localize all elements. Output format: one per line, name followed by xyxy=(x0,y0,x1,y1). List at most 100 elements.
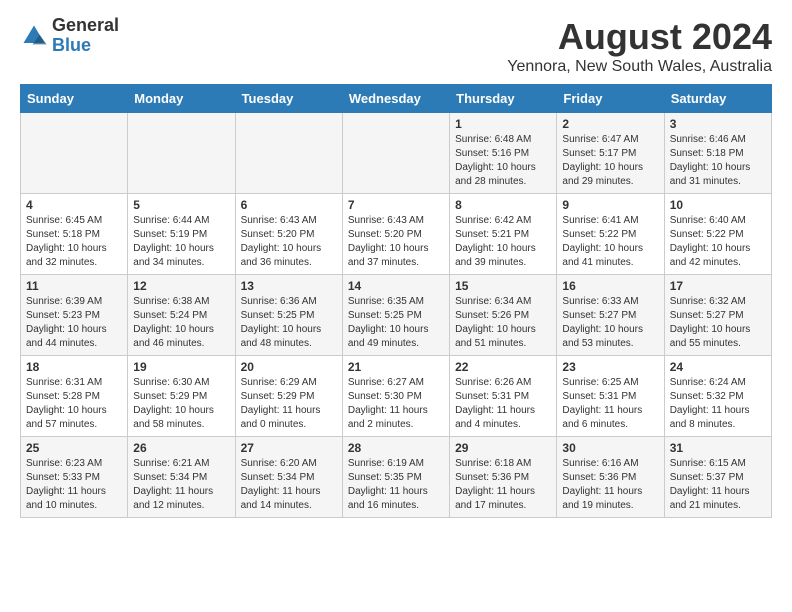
calendar-cell: 12 Sunrise: 6:38 AMSunset: 5:24 PMDayligh… xyxy=(128,275,235,356)
day-number: 10 xyxy=(670,198,766,212)
logo-icon xyxy=(20,22,48,50)
day-number: 17 xyxy=(670,279,766,293)
day-number: 22 xyxy=(455,360,551,374)
day-info: Sunrise: 6:43 AMSunset: 5:20 PMDaylight:… xyxy=(241,214,337,270)
day-number: 24 xyxy=(670,360,766,374)
calendar-cell: 23 Sunrise: 6:25 AMSunset: 5:31 PMDayligh… xyxy=(557,356,664,437)
day-number: 16 xyxy=(562,279,658,293)
calendar-cell: 16Sunrise: 6:33 AMSunset: 5:27 PMDayligh… xyxy=(557,275,664,356)
calendar-cell: 19 Sunrise: 6:30 AMSunset: 5:29 PMDayligh… xyxy=(128,356,235,437)
calendar-cell: 20 Sunrise: 6:29 AMSunset: 5:29 PMDayligh… xyxy=(235,356,342,437)
calendar-cell: 30 Sunrise: 6:16 AMSunset: 5:36 PMDayligh… xyxy=(557,437,664,518)
calendar-cell xyxy=(128,113,235,194)
day-number: 20 xyxy=(241,360,337,374)
calendar-cell: 4Sunrise: 6:45 AMSunset: 5:18 PMDaylight… xyxy=(21,194,128,275)
day-number: 31 xyxy=(670,441,766,455)
day-info: Sunrise: 6:32 AMSunset: 5:27 PMDaylight:… xyxy=(670,295,766,351)
calendar-cell: 8 Sunrise: 6:42 AMSunset: 5:21 PMDaylight… xyxy=(450,194,557,275)
calendar-cell: 15Sunrise: 6:34 AMSunset: 5:26 PMDayligh… xyxy=(450,275,557,356)
calendar-table: SundayMondayTuesdayWednesdayThursdayFrid… xyxy=(20,84,772,518)
day-info: Sunrise: 6:47 AMSunset: 5:17 PMDaylight:… xyxy=(562,133,658,189)
day-number: 2 xyxy=(562,117,658,131)
day-info: Sunrise: 6:16 AMSunset: 5:36 PMDaylight:… xyxy=(562,457,658,513)
calendar-cell: 14 Sunrise: 6:35 AMSunset: 5:25 PMDayligh… xyxy=(342,275,449,356)
day-number: 25 xyxy=(26,441,122,455)
day-number: 6 xyxy=(241,198,337,212)
weekday-header-row: SundayMondayTuesdayWednesdayThursdayFrid… xyxy=(21,85,772,113)
calendar-cell: 5 Sunrise: 6:44 AMSunset: 5:19 PMDaylight… xyxy=(128,194,235,275)
day-info: Sunrise: 6:30 AMSunset: 5:29 PMDaylight:… xyxy=(133,376,229,432)
day-number: 30 xyxy=(562,441,658,455)
calendar-cell: 24 Sunrise: 6:24 AMSunset: 5:32 PMDayligh… xyxy=(664,356,771,437)
week-row-5: 25Sunrise: 6:23 AMSunset: 5:33 PMDayligh… xyxy=(21,437,772,518)
title-section: August 2024 Yennora, New South Wales, Au… xyxy=(507,16,772,76)
week-row-1: 1 Sunrise: 6:48 AMSunset: 5:16 PMDaylight… xyxy=(21,113,772,194)
logo-text: General Blue xyxy=(52,16,119,56)
weekday-header-sunday: Sunday xyxy=(21,85,128,113)
day-number: 3 xyxy=(670,117,766,131)
day-info: Sunrise: 6:24 AMSunset: 5:32 PMDaylight:… xyxy=(670,376,766,432)
day-info: Sunrise: 6:40 AMSunset: 5:22 PMDaylight:… xyxy=(670,214,766,270)
day-number: 28 xyxy=(348,441,444,455)
weekday-header-saturday: Saturday xyxy=(664,85,771,113)
day-number: 1 xyxy=(455,117,551,131)
day-number: 14 xyxy=(348,279,444,293)
day-number: 5 xyxy=(133,198,229,212)
calendar-cell: 22 Sunrise: 6:26 AMSunset: 5:31 PMDayligh… xyxy=(450,356,557,437)
calendar-cell: 26 Sunrise: 6:21 AMSunset: 5:34 PMDayligh… xyxy=(128,437,235,518)
day-info: Sunrise: 6:41 AMSunset: 5:22 PMDaylight:… xyxy=(562,214,658,270)
calendar-cell: 11 Sunrise: 6:39 AMSunset: 5:23 PMDayligh… xyxy=(21,275,128,356)
weekday-header-thursday: Thursday xyxy=(450,85,557,113)
day-info: Sunrise: 6:35 AMSunset: 5:25 PMDaylight:… xyxy=(348,295,444,351)
day-info: Sunrise: 6:42 AMSunset: 5:21 PMDaylight:… xyxy=(455,214,551,270)
week-row-4: 18Sunrise: 6:31 AMSunset: 5:28 PMDayligh… xyxy=(21,356,772,437)
day-info: Sunrise: 6:38 AMSunset: 5:24 PMDaylight:… xyxy=(133,295,229,351)
day-number: 12 xyxy=(133,279,229,293)
day-number: 29 xyxy=(455,441,551,455)
day-info: Sunrise: 6:45 AMSunset: 5:18 PMDaylight:… xyxy=(26,214,122,270)
day-info: Sunrise: 6:25 AMSunset: 5:31 PMDaylight:… xyxy=(562,376,658,432)
day-info: Sunrise: 6:44 AMSunset: 5:19 PMDaylight:… xyxy=(133,214,229,270)
day-number: 8 xyxy=(455,198,551,212)
calendar-cell: 1 Sunrise: 6:48 AMSunset: 5:16 PMDaylight… xyxy=(450,113,557,194)
day-info: Sunrise: 6:26 AMSunset: 5:31 PMDaylight:… xyxy=(455,376,551,432)
week-row-3: 11 Sunrise: 6:39 AMSunset: 5:23 PMDayligh… xyxy=(21,275,772,356)
calendar-cell: 3Sunrise: 6:46 AMSunset: 5:18 PMDaylight… xyxy=(664,113,771,194)
day-number: 15 xyxy=(455,279,551,293)
calendar-cell: 31Sunrise: 6:15 AMSunset: 5:37 PMDayligh… xyxy=(664,437,771,518)
calendar-cell: 29 Sunrise: 6:18 AMSunset: 5:36 PMDayligh… xyxy=(450,437,557,518)
day-info: Sunrise: 6:27 AMSunset: 5:30 PMDaylight:… xyxy=(348,376,444,432)
day-number: 11 xyxy=(26,279,122,293)
calendar-cell: 21Sunrise: 6:27 AMSunset: 5:30 PMDayligh… xyxy=(342,356,449,437)
weekday-header-friday: Friday xyxy=(557,85,664,113)
day-number: 13 xyxy=(241,279,337,293)
calendar-cell: 25Sunrise: 6:23 AMSunset: 5:33 PMDayligh… xyxy=(21,437,128,518)
day-info: Sunrise: 6:48 AMSunset: 5:16 PMDaylight:… xyxy=(455,133,551,189)
calendar-cell: 7Sunrise: 6:43 AMSunset: 5:20 PMDaylight… xyxy=(342,194,449,275)
day-number: 27 xyxy=(241,441,337,455)
calendar-cell xyxy=(21,113,128,194)
calendar-cell: 27Sunrise: 6:20 AMSunset: 5:34 PMDayligh… xyxy=(235,437,342,518)
day-info: Sunrise: 6:39 AMSunset: 5:23 PMDaylight:… xyxy=(26,295,122,351)
day-info: Sunrise: 6:21 AMSunset: 5:34 PMDaylight:… xyxy=(133,457,229,513)
weekday-header-monday: Monday xyxy=(128,85,235,113)
month-title: August 2024 xyxy=(507,16,772,58)
calendar-cell xyxy=(235,113,342,194)
logo: General Blue xyxy=(20,16,119,56)
day-number: 9 xyxy=(562,198,658,212)
header: General Blue August 2024 Yennora, New So… xyxy=(20,16,772,76)
day-number: 18 xyxy=(26,360,122,374)
calendar-cell: 6 Sunrise: 6:43 AMSunset: 5:20 PMDaylight… xyxy=(235,194,342,275)
weekday-header-wednesday: Wednesday xyxy=(342,85,449,113)
day-number: 26 xyxy=(133,441,229,455)
week-row-2: 4Sunrise: 6:45 AMSunset: 5:18 PMDaylight… xyxy=(21,194,772,275)
day-number: 23 xyxy=(562,360,658,374)
day-number: 19 xyxy=(133,360,229,374)
day-info: Sunrise: 6:19 AMSunset: 5:35 PMDaylight:… xyxy=(348,457,444,513)
day-info: Sunrise: 6:18 AMSunset: 5:36 PMDaylight:… xyxy=(455,457,551,513)
calendar-cell: 9 Sunrise: 6:41 AMSunset: 5:22 PMDaylight… xyxy=(557,194,664,275)
day-info: Sunrise: 6:36 AMSunset: 5:25 PMDaylight:… xyxy=(241,295,337,351)
calendar-cell xyxy=(342,113,449,194)
day-info: Sunrise: 6:29 AMSunset: 5:29 PMDaylight:… xyxy=(241,376,337,432)
calendar-cell: 28 Sunrise: 6:19 AMSunset: 5:35 PMDayligh… xyxy=(342,437,449,518)
